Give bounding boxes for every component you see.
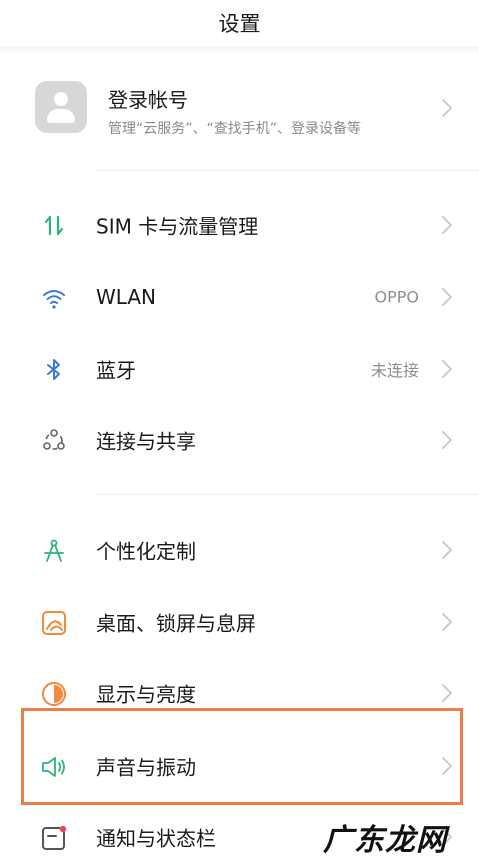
bluetooth-icon: [47, 359, 60, 380]
settings-item-desktop[interactable]: 桌面、锁屏与息屏: [0, 592, 479, 652]
settings-item-label: 显示与亮度: [96, 682, 196, 707]
wifi-icon: [43, 290, 65, 309]
settings-item-label: 通知与状态栏: [96, 826, 216, 851]
section-divider: [96, 170, 479, 171]
chevron-right-icon: [442, 431, 452, 449]
settings-item-value: 未连接: [370, 361, 419, 380]
chevron-right-icon: [442, 288, 452, 306]
settings-item-label: 连接与共享: [96, 429, 196, 454]
settings-item-label: SIM 卡与流量管理: [96, 214, 259, 239]
account-row[interactable]: 登录帐号 管理“云服务”、“查找手机”、登录设备等: [0, 72, 479, 144]
section-divider: [96, 494, 479, 495]
chevron-right-icon: [442, 613, 452, 631]
highlight-annotation-box: [21, 708, 463, 805]
settings-item-label: 蓝牙: [96, 358, 136, 383]
chevron-right-icon: [442, 684, 452, 702]
account-title: 登录帐号: [108, 88, 188, 112]
settings-page: 设置 登录帐号 管理“云服务”、“查找手机”、登录设备等 SIM 卡与流量管理: [0, 0, 479, 864]
page-title: 设置: [0, 0, 479, 46]
settings-item-label: WLAN: [96, 285, 157, 309]
settings-item-personalize[interactable]: 个性化定制: [0, 520, 479, 580]
account-subtitle: 管理“云服务”、“查找手机”、登录设备等: [108, 121, 362, 137]
settings-item-label: 个性化定制: [96, 539, 196, 564]
chevron-right-icon: [442, 360, 452, 378]
sim-data-icon: [44, 215, 64, 236]
settings-item-label: 桌面、锁屏与息屏: [96, 611, 256, 636]
chevron-right-icon: [442, 99, 452, 117]
settings-item-wlan[interactable]: WLAN OPPO: [0, 267, 479, 327]
watermark: 广东龙网: [323, 823, 447, 858]
notification-icon: [42, 825, 67, 850]
title-divider: [0, 46, 479, 56]
avatar: [35, 81, 87, 133]
compass-icon: [44, 539, 64, 562]
brightness-icon: [42, 682, 66, 706]
wallpaper-icon: [42, 611, 66, 635]
settings-item-connection[interactable]: 连接与共享: [0, 410, 479, 470]
settings-item-sim[interactable]: SIM 卡与流量管理: [0, 195, 479, 255]
chevron-right-icon: [442, 541, 452, 559]
chevron-right-icon: [442, 216, 452, 234]
share-connection-icon: [43, 429, 65, 450]
page-title-text: 设置: [218, 12, 261, 36]
settings-item-bluetooth[interactable]: 蓝牙 未连接: [0, 339, 479, 399]
settings-item-value: OPPO: [374, 287, 419, 307]
